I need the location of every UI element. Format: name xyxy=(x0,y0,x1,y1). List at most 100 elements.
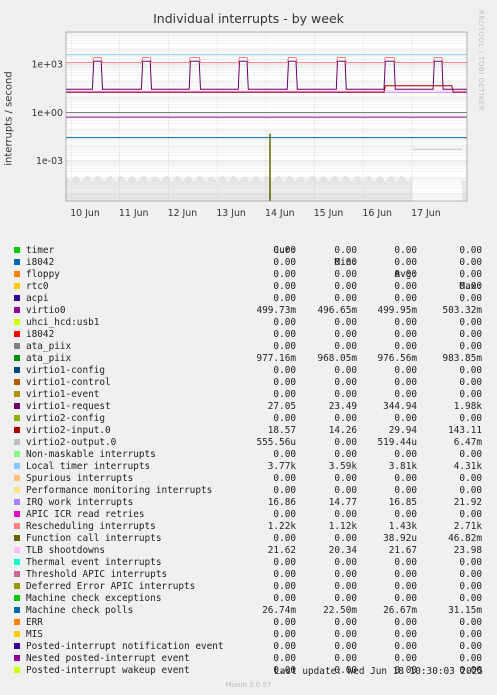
legend-series-name: virtio1-request xyxy=(26,401,111,412)
legend-avg-value: 0.00 xyxy=(394,341,417,352)
legend-row: MIS 0.00 0.00 0.00 0.00 xyxy=(0,629,497,641)
legend-swatch xyxy=(14,607,20,613)
legend-min-value: 496.65m xyxy=(317,305,357,316)
legend-max-value: 143.11 xyxy=(448,425,482,436)
legend-row: virtio2-config 0.00 0.00 0.00 0.00 xyxy=(0,413,497,425)
legend-avg-value: 0.00 xyxy=(394,485,417,496)
legend-min-value: 14.77 xyxy=(328,497,357,508)
legend-max-value: 23.98 xyxy=(453,545,482,556)
legend-series-name: IRQ work interrupts xyxy=(26,497,134,508)
legend-swatch xyxy=(14,643,20,649)
legend-avg-value: 0.00 xyxy=(394,617,417,628)
legend-cur-value: 0.00 xyxy=(273,557,296,568)
legend-min-value: 0.00 xyxy=(334,413,357,424)
legend-avg-value: 1.43k xyxy=(388,521,417,532)
legend-cur-value: 0.00 xyxy=(273,317,296,328)
legend-avg-value: 976.56m xyxy=(377,353,417,364)
y-tick-label: 1e-03 xyxy=(36,156,63,167)
legend-max-value: 0.00 xyxy=(459,269,482,280)
legend-min-value: 0.00 xyxy=(334,257,357,268)
legend-row: Function call interrupts 0.00 0.00 38.92u 46… xyxy=(0,533,497,545)
legend-min-value: 14.26 xyxy=(328,425,357,436)
legend-max-value: 1.98k xyxy=(453,401,482,412)
legend-swatch xyxy=(14,499,20,505)
legend-swatch xyxy=(14,439,20,445)
legend-swatch xyxy=(14,355,20,361)
legend-max-value: 0.00 xyxy=(459,365,482,376)
legend-avg-value: 0.00 xyxy=(394,389,417,400)
legend-swatch xyxy=(14,655,20,661)
legend-row: i8042 0.00 0.00 0.00 0.00 xyxy=(0,329,497,341)
legend-row: floppy 0.00 0.00 0.00 0.00 xyxy=(0,269,497,281)
legend-min-value: 0.00 xyxy=(334,245,357,256)
legend-min-value: 23.49 xyxy=(328,401,357,412)
legend-max-value: 6.47m xyxy=(453,437,482,448)
legend-avg-value: 0.00 xyxy=(394,473,417,484)
legend-avg-value: 0.00 xyxy=(394,569,417,580)
legend-cur-value: 0.00 xyxy=(273,377,296,388)
legend-swatch xyxy=(14,631,20,637)
legend-max-value: 0.00 xyxy=(459,389,482,400)
legend-max-value: 0.00 xyxy=(459,245,482,256)
legend-avg-value: 26.67m xyxy=(383,605,417,616)
legend-cur-value: 0.00 xyxy=(273,413,296,424)
legend-avg-value: 499.95m xyxy=(377,305,417,316)
legend-row: timer 0.00 0.00 0.00 0.00 xyxy=(0,245,497,257)
legend-cur-value: 0.00 xyxy=(273,329,296,340)
legend-max-value: 0.00 xyxy=(459,641,482,652)
legend-min-value: 0.00 xyxy=(334,533,357,544)
legend-swatch xyxy=(14,427,20,433)
y-tick-label: 1e+00 xyxy=(31,108,63,119)
legend-row: IRQ work interrupts 16.86 14.77 16.85 21.92 xyxy=(0,497,497,509)
legend-max-value: 0.00 xyxy=(459,593,482,604)
last-update: Last update: Wed Jun 18 10:30:03 2025 xyxy=(274,666,483,677)
legend-cur-value: 0.00 xyxy=(273,245,296,256)
chart-legend: Cur: Min: Avg: Max: timer 0.00 0.00 0.00 0.0… xyxy=(0,233,497,677)
legend-series-name: ata_piix xyxy=(26,353,72,364)
legend-row: acpi 0.00 0.00 0.00 0.00 xyxy=(0,293,497,305)
legend-avg-value: 0.00 xyxy=(394,653,417,664)
legend-min-value: 0.00 xyxy=(334,269,357,280)
legend-series-name: rtc0 xyxy=(26,281,49,292)
legend-swatch xyxy=(14,379,20,385)
legend-swatch xyxy=(14,559,20,565)
legend-avg-value: 0.00 xyxy=(394,557,417,568)
legend-max-value: 0.00 xyxy=(459,449,482,460)
legend-row: virtio1-request 27.05 23.49 344.94 1.98k xyxy=(0,401,497,413)
legend-row: Local timer interrupts 3.77k 3.59k 3.81k 4.3… xyxy=(0,461,497,473)
legend-min-value: 0.00 xyxy=(334,485,357,496)
legend-row: Deferred Error APIC interrupts 0.00 0.00 0.… xyxy=(0,581,497,593)
legend-row: virtio1-event 0.00 0.00 0.00 0.00 xyxy=(0,389,497,401)
legend-avg-value: 16.85 xyxy=(388,497,417,508)
legend-max-value: 0.00 xyxy=(459,629,482,640)
legend-avg-value: 344.94 xyxy=(383,401,417,412)
chart-plot: 10 Jun 11 Jun 12 Jun 13 Jun 14 Jun 15 Jun 16 J… xyxy=(31,31,468,219)
legend-cur-value: 0.00 xyxy=(273,341,296,352)
legend-series-name: virtio2-config xyxy=(26,413,106,424)
legend-avg-value: 0.00 xyxy=(394,329,417,340)
legend-min-value: 0.00 xyxy=(334,377,357,388)
legend-series-name: Rescheduling interrupts xyxy=(26,521,156,532)
legend-cur-value: 16.86 xyxy=(267,497,296,508)
legend-cur-value: 0.00 xyxy=(273,569,296,580)
legend-row: ERR 0.00 0.00 0.00 0.00 xyxy=(0,617,497,629)
legend-swatch xyxy=(14,283,20,289)
legend-row: Threshold APIC interrupts 0.00 0.00 0.00 0.0… xyxy=(0,569,497,581)
legend-series-name: i8042 xyxy=(26,257,55,268)
legend-max-value: 0.00 xyxy=(459,509,482,520)
legend-row: TLB shootdowns 21.62 20.34 21.67 23.98 xyxy=(0,545,497,557)
legend-swatch xyxy=(14,331,20,337)
x-tick-label: 16 Jun xyxy=(362,208,392,219)
legend-swatch xyxy=(14,583,20,589)
legend-row: Machine check exceptions 0.00 0.00 0.00 0.00 xyxy=(0,593,497,605)
legend-min-value: 0.00 xyxy=(334,341,357,352)
legend-cur-value: 27.05 xyxy=(267,401,296,412)
legend-min-value: 0.00 xyxy=(334,557,357,568)
legend-avg-value: 0.00 xyxy=(394,377,417,388)
legend-series-name: Threshold APIC interrupts xyxy=(26,569,168,580)
legend-series-name: virtio1-event xyxy=(26,389,100,400)
legend-swatch xyxy=(14,259,20,265)
legend-cur-value: 18.57 xyxy=(267,425,296,436)
legend-max-value: 0.00 xyxy=(459,293,482,304)
x-tick-label: 13 Jun xyxy=(216,208,246,219)
